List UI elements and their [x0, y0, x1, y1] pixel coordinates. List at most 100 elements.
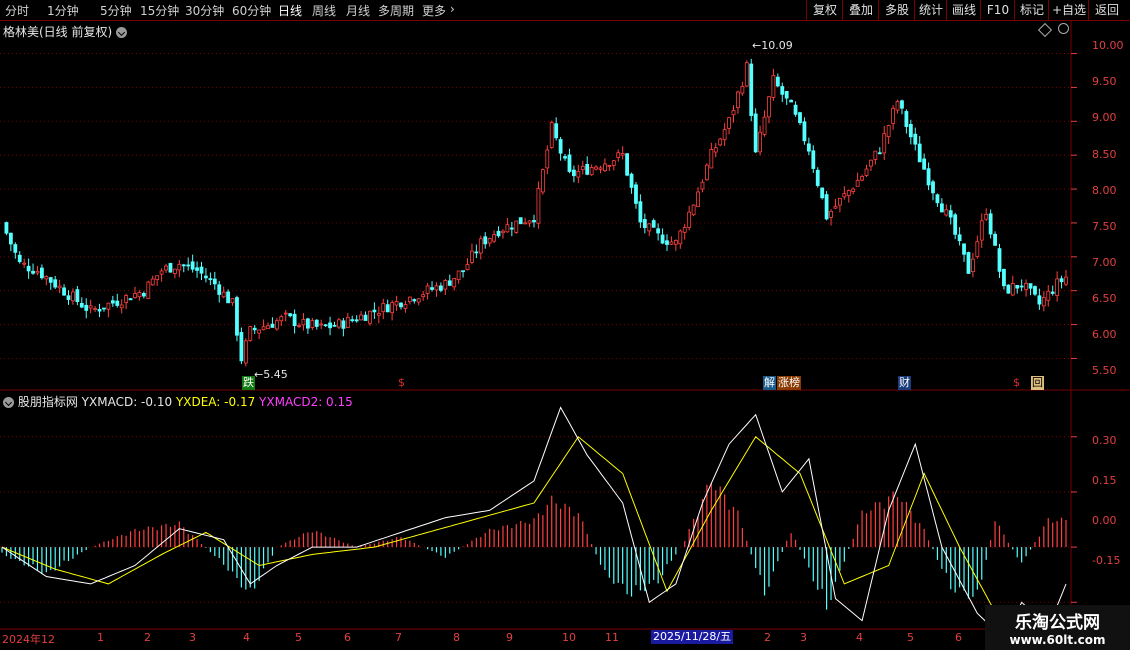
candle-body — [722, 129, 727, 141]
candle-body — [239, 332, 244, 362]
candle-body — [483, 236, 488, 245]
date-axis-label: 8 — [453, 631, 460, 644]
candle-body — [833, 205, 838, 209]
candle-body — [1019, 285, 1024, 288]
candle-body — [487, 237, 492, 244]
event-marker-finance[interactable]: 财 — [898, 376, 911, 390]
event-marker-buyback[interactable]: 回 — [1031, 376, 1044, 390]
low-price-annotation: ←5.45 — [254, 368, 288, 381]
candle-body — [337, 319, 341, 328]
candle-body — [713, 147, 718, 153]
candle-body — [35, 270, 40, 274]
candle-body — [762, 116, 767, 135]
event-marker-drop[interactable]: 跌 — [242, 376, 255, 390]
candle-body — [243, 340, 248, 364]
date-axis-label: 4 — [856, 631, 863, 644]
candle-body — [585, 163, 590, 175]
date-axis-label: 7 — [395, 631, 402, 644]
candle-body — [660, 234, 665, 244]
candle-body — [75, 289, 80, 303]
price-axis-label: 9.50 — [1092, 75, 1117, 88]
candle-body — [554, 123, 559, 139]
candle-body — [394, 300, 399, 306]
candle-body — [456, 270, 461, 281]
candle-body — [221, 291, 226, 298]
candle-body — [381, 302, 386, 313]
candle-body — [527, 220, 532, 224]
candle-body — [470, 250, 474, 263]
candle-body — [838, 197, 842, 206]
candle-body — [345, 316, 350, 328]
candle-body — [17, 254, 22, 263]
candle-body — [1024, 282, 1028, 290]
candle-body — [217, 284, 222, 295]
candle-body — [204, 275, 208, 279]
candle-body — [133, 293, 137, 298]
candle-body — [305, 318, 310, 329]
candle-body — [199, 266, 204, 274]
candlestick-chart[interactable] — [0, 0, 1130, 650]
candle-body — [190, 261, 195, 270]
candle-body — [931, 181, 935, 194]
date-axis-label: 2 — [144, 631, 151, 644]
indicator-axis-label: 0.30 — [1092, 434, 1117, 447]
candle-body — [647, 223, 652, 232]
candle-body — [1002, 268, 1006, 287]
candle-body — [146, 281, 151, 299]
date-axis-label: 4 — [243, 631, 250, 644]
candle-body — [155, 275, 160, 280]
chevron-down-icon[interactable] — [3, 397, 14, 408]
candle-body — [820, 187, 825, 199]
candle-body — [913, 133, 918, 145]
candle-body — [540, 169, 545, 193]
candle-body — [811, 150, 816, 169]
candle-body — [793, 104, 798, 115]
candle-body — [53, 279, 58, 288]
candle-body — [412, 299, 417, 302]
candle-body — [399, 302, 403, 308]
candle-body — [1028, 283, 1033, 289]
candle-body — [172, 268, 177, 274]
candle-body — [62, 287, 66, 296]
candle-body — [549, 121, 554, 148]
event-marker-unlock[interactable]: 解 — [763, 376, 776, 390]
candle-body — [824, 194, 829, 220]
candle-body — [438, 285, 443, 291]
candle-body — [323, 324, 328, 327]
candle-body — [97, 308, 102, 312]
candle-body — [620, 153, 625, 156]
date-axis-label: 2 — [764, 631, 771, 644]
yxmacd-value: YXMACD: -0.10 — [81, 395, 173, 409]
candle-body — [186, 264, 191, 267]
candle-body — [603, 163, 607, 172]
candle-body — [966, 252, 971, 274]
candle-body — [988, 213, 993, 235]
candle-body — [798, 112, 802, 123]
candle-body — [767, 96, 771, 118]
candle-body — [673, 240, 678, 245]
candle-body — [288, 313, 293, 317]
site-watermark: 乐淘公式网 www.60lt.com — [985, 605, 1130, 650]
candle-body — [851, 188, 856, 192]
price-axis-label: 6.50 — [1092, 292, 1117, 305]
event-marker-dividend[interactable]: $ — [1012, 376, 1021, 390]
candle-body — [385, 304, 390, 313]
candle-body — [283, 312, 288, 315]
candle-body — [195, 267, 199, 271]
candle-body — [882, 133, 887, 154]
candle-body — [390, 302, 395, 314]
event-marker-rise-rank[interactable]: 涨榜 — [777, 376, 801, 390]
event-marker-dividend[interactable]: $ — [397, 376, 406, 390]
candle-body — [447, 280, 452, 286]
price-axis-label: 10.00 — [1092, 39, 1124, 52]
candle-body — [718, 138, 723, 146]
candle-body — [40, 267, 44, 279]
candle-body — [607, 165, 612, 167]
candle-body — [1064, 276, 1068, 285]
candle-body — [665, 240, 669, 245]
candle-body — [44, 276, 49, 280]
candle-body — [669, 241, 674, 245]
candle-body — [252, 327, 257, 331]
candle-body — [957, 234, 962, 242]
candle-body — [164, 265, 168, 271]
